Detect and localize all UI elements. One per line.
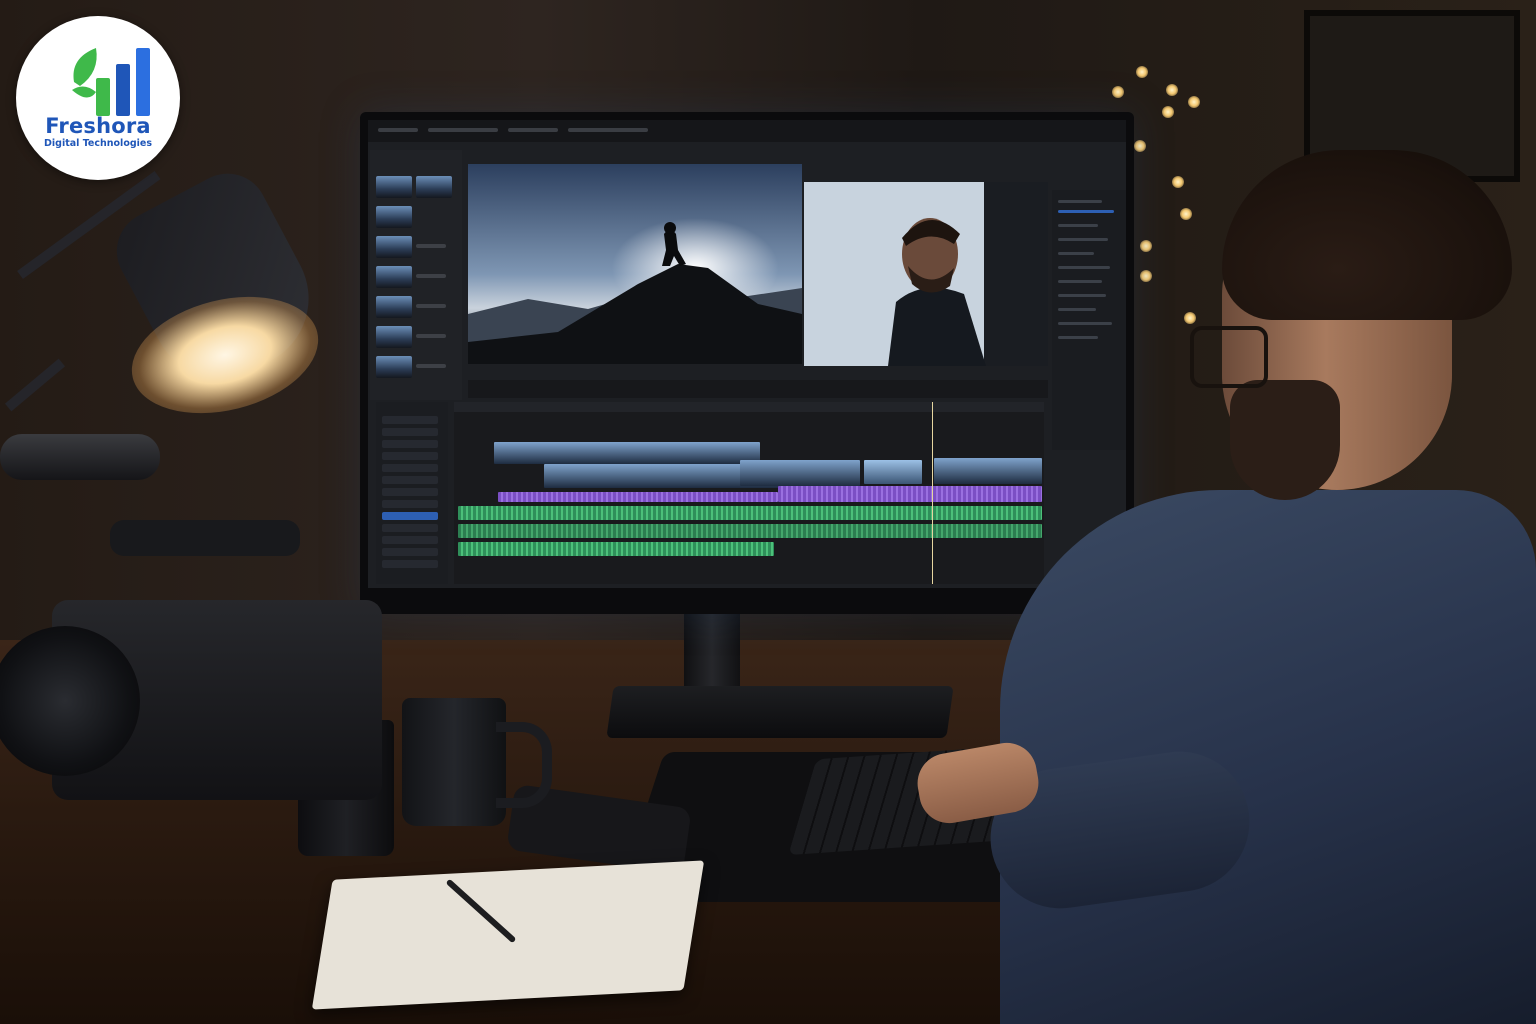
person-body xyxy=(1000,490,1536,1024)
track-row xyxy=(382,416,438,424)
transport-controls xyxy=(468,380,1048,398)
track-row xyxy=(382,524,438,532)
track-headers xyxy=(376,402,448,584)
audio-clip xyxy=(778,486,1042,502)
string-light xyxy=(1188,96,1200,108)
menu-placeholder xyxy=(428,128,498,132)
coffee-mug xyxy=(402,698,506,826)
clip-thumbnail xyxy=(376,266,412,288)
string-light xyxy=(1136,66,1148,78)
track-row xyxy=(382,536,438,544)
track-row xyxy=(382,500,438,508)
track-row-selected xyxy=(382,512,438,520)
clip-thumbnail xyxy=(376,236,412,258)
photo-scene: Freshora Digital Technologies xyxy=(0,0,1536,1024)
portrait-image xyxy=(804,182,1048,366)
string-light xyxy=(1134,140,1146,152)
clip-thumbnail xyxy=(376,326,412,348)
string-light xyxy=(1140,270,1152,282)
property-row xyxy=(1058,252,1094,255)
clip-label xyxy=(416,244,446,248)
audio-clip xyxy=(458,524,1042,538)
mountain-silhouette-image xyxy=(468,164,802,364)
track-row xyxy=(382,428,438,436)
property-row xyxy=(1058,238,1108,241)
monitor-stand-neck xyxy=(684,600,740,696)
monitor-stand-foot xyxy=(606,686,954,738)
property-row xyxy=(1058,210,1114,213)
property-row xyxy=(1058,294,1106,297)
clip-thumbnail xyxy=(376,296,412,318)
track-row xyxy=(382,464,438,472)
track-row xyxy=(382,476,438,484)
string-light xyxy=(1180,208,1192,220)
property-row xyxy=(1058,308,1096,311)
menu-placeholder xyxy=(568,128,648,132)
string-light xyxy=(1140,240,1152,252)
track-row xyxy=(382,452,438,460)
logo-brand-name: Freshora xyxy=(45,114,151,138)
timeline xyxy=(454,402,1044,584)
audio-clip xyxy=(458,542,774,556)
string-light xyxy=(1166,84,1178,96)
string-light xyxy=(1172,176,1184,188)
clip-thumbnail xyxy=(376,176,412,198)
string-light xyxy=(1162,106,1174,118)
camera-handle xyxy=(110,520,300,556)
clip-thumbnail xyxy=(416,176,452,198)
video-clip xyxy=(740,460,860,486)
video-clip xyxy=(494,442,760,464)
editor-topbar xyxy=(368,120,1126,142)
property-row xyxy=(1058,266,1110,269)
clip-label xyxy=(416,274,446,278)
property-row xyxy=(1058,224,1098,227)
clip-label xyxy=(416,304,446,308)
clip-label xyxy=(416,364,446,368)
clip-thumbnail xyxy=(376,356,412,378)
timeline-ruler xyxy=(454,402,1044,412)
menu-placeholder xyxy=(378,128,418,132)
media-bin xyxy=(370,150,462,400)
track-row xyxy=(382,560,438,568)
property-row xyxy=(1058,336,1098,339)
person-beard xyxy=(1230,380,1340,500)
audio-clip xyxy=(458,506,1042,520)
property-row xyxy=(1058,322,1112,325)
property-row xyxy=(1058,280,1102,283)
video-clip xyxy=(864,460,922,484)
track-row xyxy=(382,440,438,448)
property-row xyxy=(1058,200,1102,203)
logo-tagline: Digital Technologies xyxy=(44,138,152,149)
audio-clip xyxy=(498,492,778,502)
source-viewer xyxy=(468,164,802,364)
mug-handle xyxy=(496,722,552,808)
glasses xyxy=(1190,326,1268,388)
clip-thumbnail xyxy=(376,206,412,228)
logo-badge: Freshora Digital Technologies xyxy=(16,16,180,180)
properties-panel xyxy=(1052,190,1126,450)
playhead xyxy=(932,402,933,584)
track-row xyxy=(382,548,438,556)
program-viewer xyxy=(804,182,1048,366)
string-light xyxy=(1112,86,1124,98)
clip-label xyxy=(416,334,446,338)
video-clip xyxy=(934,458,1042,484)
editor-screen xyxy=(368,120,1126,588)
camera-microphone xyxy=(0,434,160,480)
menu-placeholder xyxy=(508,128,558,132)
string-light xyxy=(1184,312,1196,324)
track-row xyxy=(382,488,438,496)
